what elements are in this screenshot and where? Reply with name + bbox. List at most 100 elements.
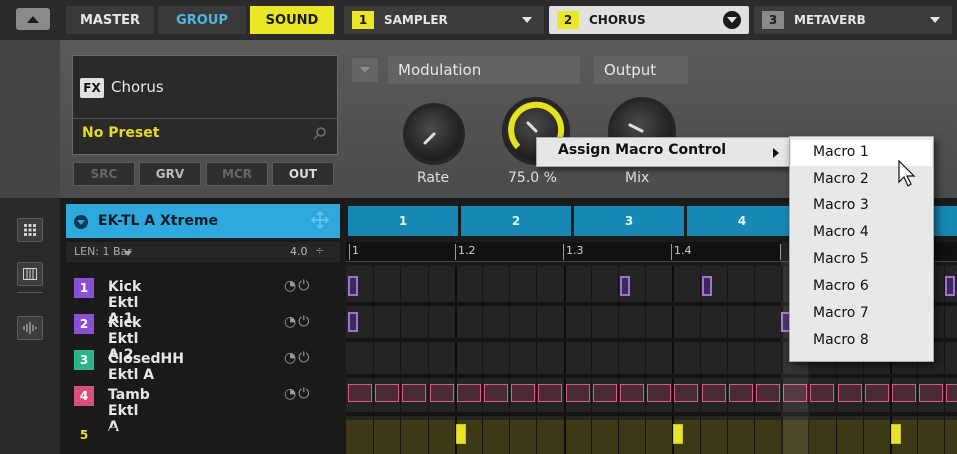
- grid-line: [509, 266, 510, 454]
- tab-sound[interactable]: SOUND: [250, 6, 334, 34]
- power-icon[interactable]: ⏻: [298, 386, 311, 402]
- length-value[interactable]: 4.0: [290, 245, 308, 258]
- note[interactable]: [945, 276, 955, 296]
- sound-controls[interactable]: ◔⏻: [284, 350, 311, 366]
- grid-line: [564, 266, 566, 454]
- note[interactable]: [946, 384, 957, 402]
- macro-8-item[interactable]: Macro 8: [813, 332, 869, 348]
- waveform-icon[interactable]: [17, 316, 43, 340]
- sound-number: 1: [74, 278, 94, 298]
- sound-number: 5: [74, 425, 94, 445]
- chevron-down-icon[interactable]: [124, 251, 132, 256]
- macro-2-item[interactable]: Macro 2: [813, 171, 869, 187]
- bar-3[interactable]: 3: [574, 206, 684, 236]
- power-icon[interactable]: ⏻: [298, 278, 311, 294]
- note[interactable]: [593, 384, 617, 402]
- sound-controls[interactable]: ◔⏻: [284, 278, 311, 294]
- note[interactable]: [702, 276, 712, 296]
- fx-badge: FX: [80, 78, 104, 98]
- note[interactable]: [674, 384, 698, 402]
- plugin-slot-2[interactable]: 2 CHORUS: [549, 6, 749, 34]
- move-icon[interactable]: [310, 210, 330, 230]
- bar-1[interactable]: 1: [348, 206, 458, 236]
- plugin-slot-1[interactable]: 1 SAMPLER: [344, 6, 544, 34]
- grid-line: [754, 266, 755, 454]
- pan-knob-icon[interactable]: ◔: [284, 350, 298, 366]
- note[interactable]: [865, 384, 889, 402]
- divider: [73, 118, 337, 119]
- note[interactable]: [729, 384, 753, 402]
- note[interactable]: [919, 384, 943, 402]
- note[interactable]: [647, 384, 671, 402]
- pan-knob-icon[interactable]: ◔: [284, 314, 298, 330]
- bar-4[interactable]: 4: [687, 206, 797, 236]
- depth-value: 75.0 %: [508, 170, 557, 186]
- note[interactable]: [538, 384, 562, 402]
- rate-knob[interactable]: [403, 103, 465, 165]
- grid-view-icon[interactable]: [17, 218, 43, 242]
- note[interactable]: [702, 384, 726, 402]
- note[interactable]: [348, 384, 372, 402]
- collapse-up-button[interactable]: [16, 8, 50, 30]
- note[interactable]: [348, 276, 358, 296]
- note[interactable]: [402, 384, 426, 402]
- sound-number: 2: [74, 314, 94, 334]
- row-divider: [346, 374, 957, 378]
- note[interactable]: [810, 384, 834, 402]
- search-icon[interactable]: [313, 126, 327, 140]
- chevron-down-icon[interactable]: [723, 11, 741, 29]
- power-icon[interactable]: ⏻: [298, 350, 311, 366]
- tab-master[interactable]: MASTER: [66, 6, 154, 34]
- ruler-tick: [455, 244, 456, 260]
- grv-button[interactable]: GRV: [139, 162, 201, 186]
- src-button[interactable]: SRC: [73, 162, 135, 186]
- plugin-slot-3[interactable]: 3 METAVERB: [754, 6, 952, 34]
- preset-name[interactable]: No Preset: [82, 125, 159, 141]
- chevron-down-icon[interactable]: [74, 215, 88, 229]
- note[interactable]: [348, 312, 358, 332]
- note[interactable]: [620, 384, 644, 402]
- sound-controls[interactable]: ◔⏻: [284, 314, 311, 330]
- sound-controls[interactable]: ◔⏻: [284, 425, 311, 441]
- chevron-down-icon[interactable]: [518, 11, 536, 29]
- macro-5-item[interactable]: Macro 5: [813, 251, 869, 267]
- note[interactable]: [673, 424, 683, 444]
- note[interactable]: [620, 276, 630, 296]
- note[interactable]: [375, 384, 399, 402]
- macro-7-item[interactable]: Macro 7: [813, 305, 869, 321]
- pan-knob-icon[interactable]: ◔: [284, 386, 298, 402]
- note[interactable]: [756, 384, 780, 402]
- power-icon[interactable]: ⏻: [298, 425, 311, 441]
- tab-group[interactable]: GROUP: [158, 6, 246, 34]
- assign-macro-menu-item[interactable]: Assign Macro Control: [558, 142, 726, 158]
- macro-3-item[interactable]: Macro 3: [813, 197, 869, 213]
- macro-4-item[interactable]: Macro 4: [813, 224, 869, 240]
- note[interactable]: [838, 384, 862, 402]
- note[interactable]: [430, 384, 454, 402]
- length-stepper[interactable]: ÷: [315, 244, 324, 257]
- bar-2[interactable]: 2: [461, 206, 571, 236]
- sound-controls[interactable]: ◔⏻: [284, 386, 311, 402]
- out-button[interactable]: OUT: [272, 162, 334, 186]
- note[interactable]: [456, 424, 466, 444]
- macro-1-item[interactable]: Macro 1: [813, 144, 869, 160]
- note[interactable]: [511, 384, 535, 402]
- note[interactable]: [457, 384, 481, 402]
- pan-knob-icon[interactable]: ◔: [284, 278, 298, 294]
- keyboard-icon[interactable]: [17, 262, 43, 286]
- mcr-button[interactable]: MCR: [206, 162, 268, 186]
- chevron-down-icon[interactable]: [926, 11, 944, 29]
- grid-line: [373, 266, 374, 454]
- pan-knob-icon[interactable]: ◔: [284, 425, 298, 441]
- note[interactable]: [566, 384, 590, 402]
- ruler-tick: [349, 244, 350, 260]
- note[interactable]: [892, 384, 916, 402]
- grid-line: [536, 266, 537, 454]
- note[interactable]: [484, 384, 508, 402]
- macro-6-item[interactable]: Macro 6: [813, 278, 869, 294]
- page-select-button[interactable]: [352, 58, 378, 82]
- note[interactable]: [891, 424, 901, 444]
- grid-line: [618, 266, 619, 454]
- ruler-tick: [671, 244, 672, 260]
- power-icon[interactable]: ⏻: [298, 314, 311, 330]
